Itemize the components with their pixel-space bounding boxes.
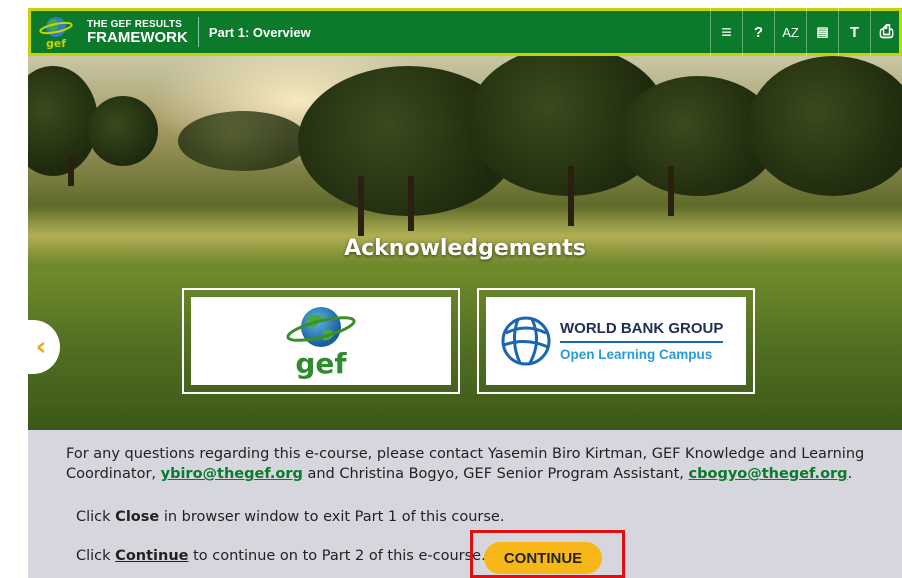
chevron-left-icon: ‹ bbox=[35, 332, 47, 362]
tree bbox=[28, 66, 98, 176]
gef-logo-large: gef bbox=[285, 304, 357, 378]
continue-prefix: Click bbox=[76, 548, 116, 564]
world-bank-logo-panel: WORLD BANK GROUP Open Learning Campus bbox=[486, 297, 746, 385]
tree-trunk bbox=[408, 176, 414, 231]
world-bank-line1: WORLD BANK GROUP bbox=[560, 320, 724, 343]
close-instruction: Click Close in browser window to exit Pa… bbox=[76, 509, 504, 525]
continue-word: Continue bbox=[115, 548, 189, 564]
tree-trunk bbox=[568, 166, 574, 226]
document-button[interactable]: ▤ bbox=[806, 8, 838, 56]
help-button[interactable]: ? bbox=[742, 8, 774, 56]
contact-text-2: and Christina Bogyo, GEF Senior Program … bbox=[302, 466, 689, 482]
course-frame: gef THE GEF RESULTS FRAMEWORK Part 1: Ov… bbox=[28, 8, 902, 578]
contact-text-3: . bbox=[847, 466, 853, 482]
contact-info: For any questions regarding this e-cours… bbox=[66, 444, 866, 484]
world-bank-line2: Open Learning Campus bbox=[560, 347, 713, 362]
document-icon: ▤ bbox=[816, 24, 829, 39]
tree bbox=[88, 96, 158, 166]
globe-icon bbox=[39, 16, 73, 37]
continue-suffix: to continue on to Part 2 of this e-cours… bbox=[188, 548, 486, 564]
highlight-box bbox=[470, 530, 625, 578]
part-title: Part 1: Overview bbox=[208, 24, 311, 40]
course-title: THE GEF RESULTS FRAMEWORK bbox=[87, 17, 199, 47]
tree-trunk bbox=[668, 166, 674, 216]
email-link-cbogyo[interactable]: cbogyo@thegef.org bbox=[689, 466, 848, 482]
tree-trunk bbox=[68, 156, 74, 186]
gef-logo-card: gef bbox=[182, 288, 460, 394]
print-icon: ⎙ bbox=[879, 22, 894, 41]
course-title-line2: FRAMEWORK bbox=[87, 28, 188, 46]
gef-logo: gef bbox=[35, 11, 77, 53]
glossary-icon: AZ bbox=[782, 24, 799, 40]
close-prefix: Click bbox=[76, 509, 116, 525]
acknowledgements-heading: Acknowledgements bbox=[344, 236, 586, 261]
help-icon: ? bbox=[753, 23, 764, 41]
print-button[interactable]: ⎙ bbox=[870, 8, 902, 56]
gef-logo-panel: gef bbox=[191, 297, 451, 385]
gef-logo-text: gef bbox=[295, 347, 347, 380]
tree bbox=[178, 111, 308, 171]
world-bank-logo-card: WORLD BANK GROUP Open Learning Campus bbox=[477, 288, 755, 394]
logo-text: gef bbox=[45, 36, 67, 50]
hero-image: Acknowledgements gef WORLD BANK GROUP Op… bbox=[28, 56, 902, 430]
text-size-button[interactable]: T bbox=[838, 8, 870, 56]
tree bbox=[748, 56, 902, 196]
course-header: gef THE GEF RESULTS FRAMEWORK Part 1: Ov… bbox=[28, 8, 902, 56]
menu-icon: ≡ bbox=[721, 21, 732, 42]
menu-button[interactable]: ≡ bbox=[710, 8, 742, 56]
close-word: Close bbox=[115, 509, 160, 525]
world-bank-wordmark: WORLD BANK GROUP Open Learning Campus bbox=[560, 320, 724, 362]
course-title-line1: THE GEF RESULTS bbox=[87, 18, 183, 30]
world-bank-globe-icon bbox=[501, 316, 551, 366]
tree-trunk bbox=[358, 176, 364, 236]
toolbar: ≡ ? AZ ▤ T ⎙ bbox=[710, 8, 902, 56]
gef-globe-icon bbox=[286, 307, 356, 347]
glossary-button[interactable]: AZ bbox=[774, 8, 806, 56]
text-size-icon: T bbox=[849, 23, 860, 41]
email-link-ybiro[interactable]: ybiro@thegef.org bbox=[161, 466, 303, 482]
close-suffix: in browser window to exit Part 1 of this… bbox=[159, 509, 505, 525]
previous-button[interactable]: ‹ bbox=[28, 320, 60, 374]
continue-instruction: Click Continue to continue on to Part 2 … bbox=[76, 548, 486, 564]
